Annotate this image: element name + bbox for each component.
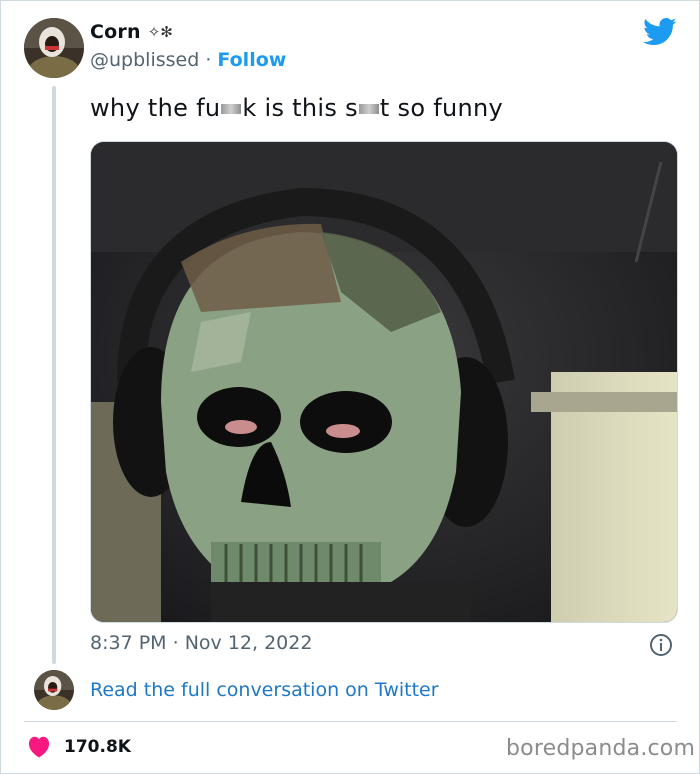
name-decoration: ✧✻	[147, 23, 173, 41]
like-button[interactable]: 170.8K	[27, 736, 131, 758]
read-conversation-link[interactable]: Read the full conversation on Twitter	[90, 679, 439, 701]
tweet-text-part-1: why the fu	[90, 94, 221, 122]
author-name[interactable]: Corn	[90, 21, 141, 43]
tweet-timestamp[interactable]: 8:37 PM · Nov 12, 2022	[90, 632, 312, 654]
thread-line	[52, 86, 56, 664]
author-name-row: Corn ✧✻	[90, 21, 173, 43]
tweet-text-part-3: t so funny	[379, 94, 504, 122]
tweet-media-image[interactable]	[90, 141, 678, 623]
timestamp-separator: ·	[172, 632, 179, 654]
tweet-text-part-2: k is this s	[242, 94, 358, 122]
author-handle[interactable]: @upblissed	[90, 49, 199, 71]
watermark: boredpanda.com	[506, 736, 696, 761]
tweet-text: why the fu k is this s t so funny	[90, 94, 503, 122]
censor-blur	[221, 104, 242, 114]
heart-icon	[27, 736, 51, 758]
handle-separator: ·	[205, 49, 212, 71]
tweet-date: Nov 12, 2022	[184, 632, 313, 654]
censor-blur	[358, 104, 379, 114]
author-avatar[interactable]	[24, 18, 84, 78]
divider	[24, 721, 677, 722]
like-count: 170.8K	[64, 737, 131, 757]
author-avatar-small[interactable]	[34, 670, 74, 710]
twitter-bird-icon[interactable]	[643, 17, 677, 47]
author-handle-row: @upblissed · Follow	[90, 49, 286, 71]
tweet-time: 8:37 PM	[90, 632, 167, 654]
follow-button[interactable]: Follow	[217, 49, 286, 71]
info-icon[interactable]	[649, 633, 673, 657]
